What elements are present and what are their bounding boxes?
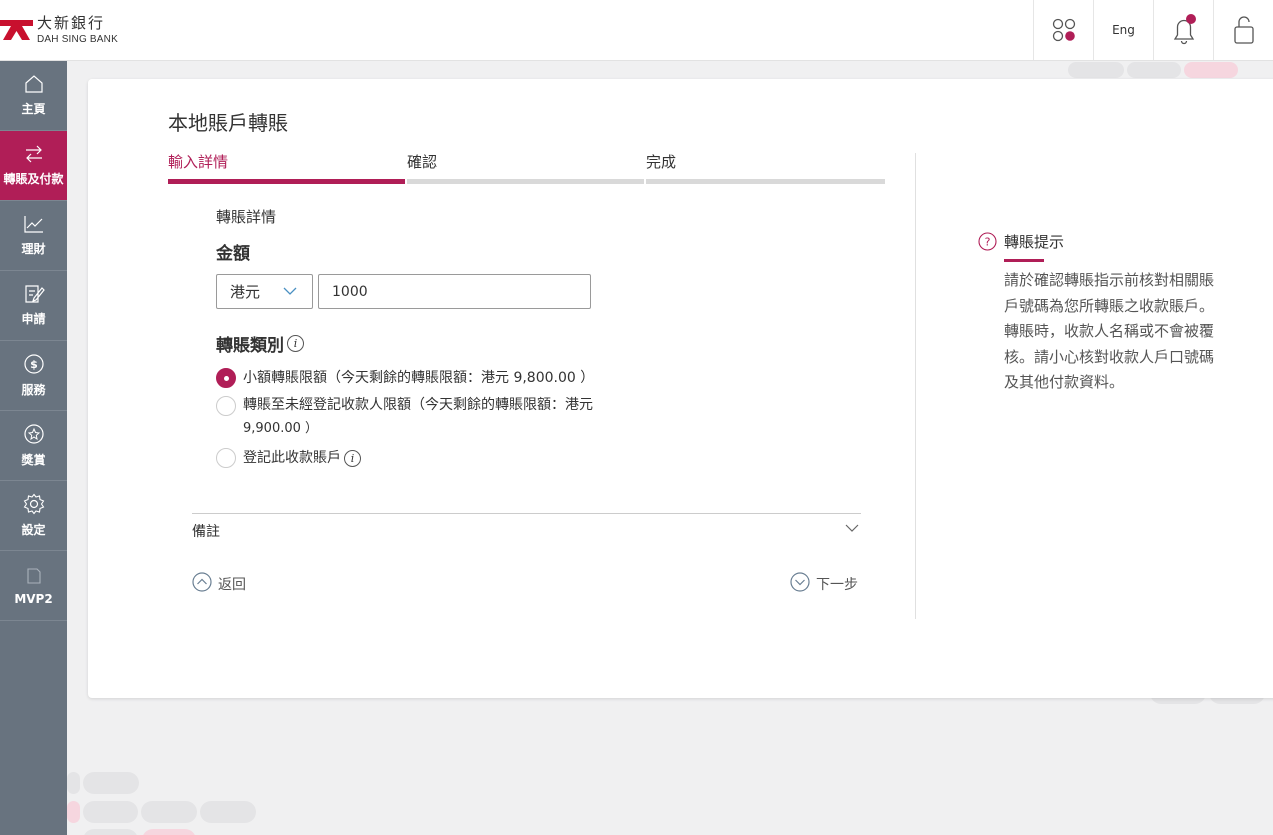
sidebar-item-transfer[interactable]: 轉賬及付款 [0, 131, 67, 201]
sidebar-item-mvp2[interactable]: MVP2 [0, 551, 67, 621]
lock-icon [1233, 16, 1254, 44]
step-progress-active [168, 179, 405, 184]
sidebar-item-label: 轉賬及付款 [3, 172, 64, 186]
sidebar-item-apply[interactable]: 申請 [0, 271, 67, 341]
sidebar: 主頁 轉賬及付款 理財 申請 $ 服務 獎賞 設定 MVP2 [0, 61, 67, 835]
step-complete: 完成 [646, 153, 677, 171]
section-title: 轉賬詳情 [216, 208, 277, 226]
logo-english-text: DAH SING BANK [37, 33, 118, 45]
option-label-continued: 9,900.00 ） [243, 421, 319, 436]
gear-icon [23, 493, 44, 515]
tip-header: ? 轉賬提示 [978, 231, 1064, 252]
sidebar-item-services[interactable]: $ 服務 [0, 341, 67, 411]
radio-selected-icon [216, 368, 236, 388]
sidebar-item-label: 主頁 [21, 102, 46, 116]
svg-text:?: ? [985, 236, 991, 249]
next-button[interactable]: 下一步 [790, 570, 858, 594]
chevron-down-icon [845, 524, 859, 532]
step-confirm: 確認 [407, 153, 438, 171]
amount-input[interactable] [318, 274, 591, 309]
option-label: 小額轉賬限額（今天剩餘的轉賬限額：港元 9,800.00 ） [243, 370, 595, 386]
sidebar-item-home[interactable]: 主頁 [0, 61, 67, 131]
option-label: 登記此收款賬戶 [243, 450, 341, 466]
info-icon[interactable]: i [344, 450, 361, 467]
tip-text: 請於確認轉賬指示前核對相關賬戶號碼為您所轉賬之收款賬戶。轉賬時，收款人名稱或不會… [1004, 271, 1215, 391]
star-icon [23, 424, 44, 444]
transfer-type-label: 轉賬類別 i [216, 331, 304, 356]
apply-icon [24, 285, 45, 303]
currency-value: 港元 [230, 283, 261, 301]
amount-label: 金額 [216, 244, 250, 264]
step-progress-confirm [407, 179, 644, 184]
option-register-payee[interactable]: 登記此收款賬戶 i [216, 448, 361, 468]
step-input-details: 輸入詳情 [168, 153, 229, 171]
top-bar: 大新銀行 DAH SING BANK Eng [0, 0, 1273, 61]
option-label: 轉賬至未經登記收款人限額（今天剩餘的轉賬限額：港元 [243, 397, 593, 413]
transfer-icon [25, 145, 42, 163]
sidebar-item-label: 服務 [21, 383, 46, 397]
chevron-down-icon [283, 287, 297, 295]
radio-unselected-icon [216, 448, 236, 468]
dollar-icon: $ [23, 354, 44, 374]
page-title: 本地賬戶轉賬 [168, 111, 288, 135]
language-toggle[interactable]: Eng [1093, 0, 1153, 60]
radio-unselected-icon [216, 396, 236, 416]
transfer-type-text: 轉賬類別 [216, 336, 284, 356]
step-progress-complete [646, 179, 885, 184]
chart-icon [23, 216, 43, 233]
sidebar-item-label: 理財 [21, 242, 46, 256]
dah-sing-logo-icon [0, 20, 33, 40]
chevron-down-circle-icon [790, 572, 810, 592]
chevron-up-circle-icon [192, 572, 212, 592]
sidebar-item-settings[interactable]: 設定 [0, 481, 67, 551]
tip-underline [1004, 259, 1044, 262]
logout-button[interactable] [1213, 0, 1273, 60]
option-unregistered-payee[interactable]: 轉賬至未經登記收款人限額（今天剩餘的轉賬限額：港元 9,900.00 ） [216, 396, 593, 440]
tip-title: 轉賬提示 [1004, 233, 1065, 251]
back-button[interactable]: 返回 [192, 570, 246, 594]
bank-logo[interactable]: 大新銀行 DAH SING BANK [0, 14, 118, 46]
currency-select[interactable]: 港元 [216, 274, 313, 309]
remarks-expander[interactable]: 備註 [192, 513, 861, 543]
transfer-card: 本地賬戶轉賬 輸入詳情 確認 完成 轉賬詳情 金額 港元 轉賬類別 i 小額轉賬… [88, 79, 1273, 698]
sidebar-item-label: 獎賞 [21, 453, 46, 467]
remarks-label: 備註 [192, 524, 220, 540]
document-icon [26, 567, 41, 584]
sidebar-item-label: 設定 [21, 523, 46, 537]
svg-text:$: $ [30, 358, 38, 371]
next-label: 下一步 [816, 577, 858, 593]
sidebar-item-rewards[interactable]: 獎賞 [0, 411, 67, 481]
sidebar-item-wealth[interactable]: 理財 [0, 201, 67, 271]
option-small-amount[interactable]: 小額轉賬限額（今天剩餘的轉賬限額：港元 9,800.00 ） [216, 368, 594, 388]
divider [915, 153, 916, 619]
apps-icon [1052, 18, 1075, 42]
info-icon[interactable]: i [287, 335, 304, 352]
question-icon: ? [978, 232, 997, 251]
apps-button[interactable] [1033, 0, 1093, 60]
home-icon [24, 75, 43, 93]
sidebar-item-label: MVP2 [14, 591, 53, 606]
back-label: 返回 [218, 577, 246, 593]
sidebar-item-label: 申請 [21, 312, 46, 326]
bell-icon [1173, 14, 1196, 45]
notifications-button[interactable] [1153, 0, 1213, 60]
logo-chinese-text: 大新銀行 [37, 13, 106, 32]
